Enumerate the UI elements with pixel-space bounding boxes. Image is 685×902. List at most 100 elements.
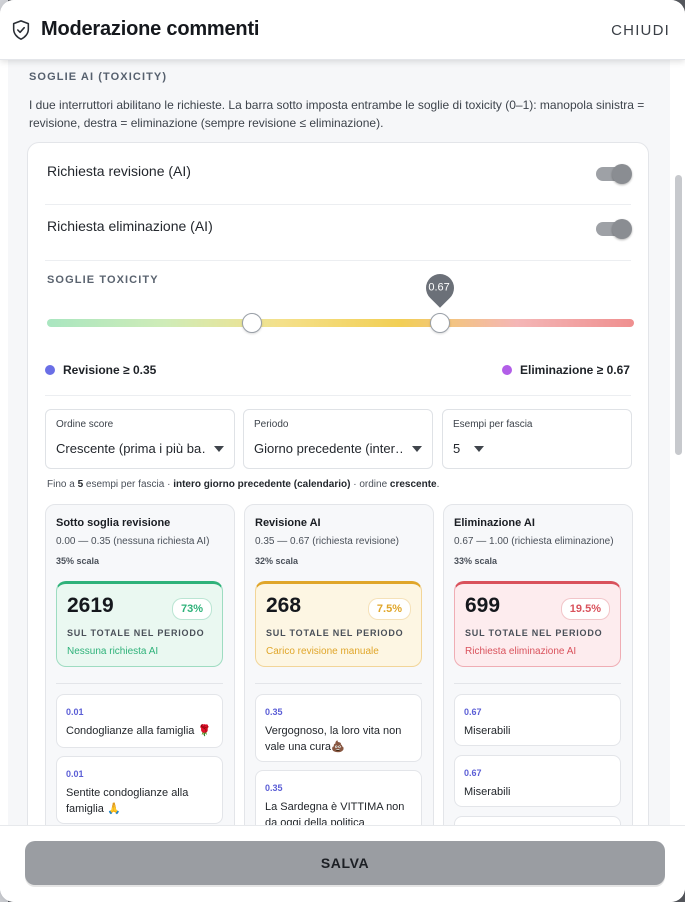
band-scale: 32% scala [255,556,299,566]
modal-scrollbar[interactable] [672,60,685,825]
band-stat-card: 268 7.5% SUL TOTALE NEL PERIODO Carico r… [255,581,422,667]
modal-footer: SALVA [0,825,685,902]
section-title: SOGLIE AI (TOXICITY) [29,71,168,83]
band-count: 268 [266,594,302,617]
band-count: 2619 [67,594,114,617]
example-comment[interactable]: 0.67 Miserabili [454,694,621,746]
modal-title: Moderazione commenti [41,18,260,40]
select-period[interactable]: Periodo Giorno precedente (inter… [243,409,433,469]
moderation-modal: Moderazione commenti CHIUDI SOGLIE AI (T… [0,0,685,902]
legend-review-text: Revisione ≥ 0.35 [63,363,157,377]
slider-value-tooltip-text: 0.67 [428,281,451,294]
save-button[interactable]: SALVA [25,841,665,885]
review-dot-icon [45,365,55,375]
slider-value-tooltip: 0.67 [420,268,461,308]
example-comment[interactable]: 0.01 Condoglianze alla famiglia 🌹 [56,694,223,748]
delete-dot-icon [502,365,512,375]
modal-body[interactable]: SOGLIE AI (TOXICITY) I due interruttori … [8,60,670,825]
legend-delete: Eliminazione ≥ 0.67 [502,363,630,377]
band-column-delete: Eliminazione AI 0.67 — 1.00 (richiesta e… [443,504,633,825]
shield-check-icon [12,20,30,40]
toggle-review[interactable] [596,164,632,184]
toggle-knob [612,164,632,184]
divider [45,395,631,396]
example-comment[interactable]: 0.35 La Sardegna è VITTIMA non da oggi d… [255,770,422,825]
select-examples-value: 5 [453,441,461,456]
example-comment-partial[interactable] [454,816,621,825]
legend-delete-text: Eliminazione ≥ 0.67 [520,363,630,377]
band-scale: 35% scala [56,556,100,566]
band-stat-subtitle: SUL TOTALE NEL PERIODO [266,628,404,638]
example-score: 0.67 [464,707,482,717]
example-text: Miserabili [464,725,511,737]
divider [56,683,223,684]
summary-text: . [436,479,440,490]
slider-handle-delete[interactable] [430,313,451,333]
band-stat-subtitle: SUL TOTALE NEL PERIODO [465,628,603,638]
toggle-label-review: Richiesta revisione (AI) [47,163,191,179]
divider [45,260,631,261]
toggle-row-delete: Richiesta eliminazione (AI) [28,198,648,253]
toggle-row-review: Richiesta revisione (AI) [28,143,648,198]
band-range: 0.00 — 0.35 (nessuna richiesta AI) [56,536,210,547]
example-score: 0.01 [66,707,84,717]
summary-order: crescente [389,479,437,490]
example-comment[interactable]: 0.35 Vergognoso, la loro vita non vale u… [255,694,422,762]
legend-review: Revisione ≥ 0.35 [45,363,156,377]
band-column-review: Revisione AI 0.35 — 0.67 (richiesta revi… [244,504,434,825]
scrollbar-thumb[interactable] [675,175,682,455]
band-stat-note: Nessuna richiesta AI [67,646,159,657]
example-text: La Sardegna è VITTIMA non da oggi della … [265,801,405,825]
summary-text: esempi per fascia · [83,479,174,490]
band-range: 0.67 — 1.00 (richiesta eliminazione) [454,536,614,547]
example-text: Sentite condoglianze alla famiglia 🙏 [66,787,189,815]
example-comment[interactable]: 0.67 Miserabili [454,755,621,807]
band-stat-card: 699 19.5% SUL TOTALE NEL PERIODO Richies… [454,581,621,667]
filter-summary: Fino a 5 esempi per fascia · intero gior… [47,479,439,490]
band-stat-note: Richiesta eliminazione AI [465,646,577,657]
band-percent-badge: 73% [171,598,212,620]
band-percent-badge: 7.5% [367,598,411,620]
select-period-value: Giorno precedente (inter… [254,441,404,456]
toggle-knob [612,219,632,239]
band-count: 699 [465,594,501,617]
band-stat-subtitle: SUL TOTALE NEL PERIODO [67,628,205,638]
example-score: 0.01 [66,769,84,779]
slider-handle-review[interactable] [242,313,263,333]
summary-period: intero giorno precedente (calendario) [173,479,351,490]
select-examples-label: Esempi per fascia [453,419,533,430]
band-title: Revisione AI [255,517,321,529]
chevron-down-icon [474,446,484,452]
threshold-slider-track[interactable] [47,319,634,327]
select-sort-order[interactable]: Ordine score Crescente (prima i più ba… [45,409,235,469]
select-sort-order-label: Ordine score [56,419,114,430]
band-title: Eliminazione AI [454,517,535,529]
slider-title: SOGLIE TOXICITY [47,274,159,286]
example-comment[interactable]: 0.01 Sentite condoglianze alla famiglia … [56,756,223,824]
example-text: Vergognoso, la loro vita non vale una cu… [265,725,402,753]
select-examples-per-band[interactable]: Esempi per fascia 5 [442,409,632,469]
band-title: Sotto soglia revisione [56,517,171,529]
band-stat-note: Carico revisione manuale [266,646,379,657]
summary-text: Fino a [47,479,78,490]
chevron-down-icon [214,446,224,452]
example-text: Miserabili [464,786,511,798]
divider [454,683,621,684]
toggle-delete[interactable] [596,219,632,239]
close-button[interactable]: CHIUDI [611,22,670,39]
band-stat-card: 2619 73% SUL TOTALE NEL PERIODO Nessuna … [56,581,223,667]
summary-text: · ordine [350,479,390,490]
select-period-label: Periodo [254,419,289,430]
band-scale: 33% scala [454,556,498,566]
chevron-down-icon [412,446,422,452]
example-score: 0.35 [265,707,283,717]
modal-header: Moderazione commenti CHIUDI [0,0,685,60]
band-range: 0.35 — 0.67 (richiesta revisione) [255,536,399,547]
band-percent-badge: 19.5% [560,598,610,620]
example-score: 0.67 [464,768,482,778]
example-score: 0.35 [265,783,283,793]
example-text: Condoglianze alla famiglia 🌹 [66,725,212,737]
toggle-label-delete: Richiesta eliminazione (AI) [47,218,213,234]
section-description: I due interruttori abilitano le richiest… [29,98,645,130]
thresholds-card: Richiesta revisione (AI) Richiesta elimi… [27,142,649,825]
